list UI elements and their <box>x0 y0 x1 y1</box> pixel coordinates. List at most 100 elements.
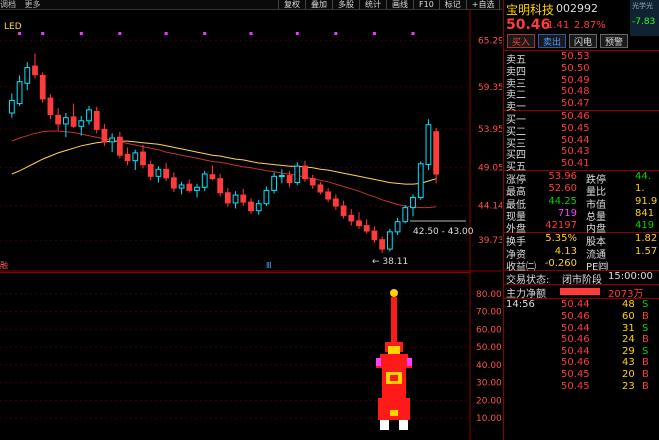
signal-dot <box>334 32 338 35</box>
indicator-tick-label: 70.00 <box>476 308 502 318</box>
tick-list[interactable]: 14:56 50.44 48 S 50.46 60 B 50.44 31 S 50.46 24 B… <box>504 299 659 392</box>
ask-row: 卖三 50.49 <box>506 74 590 90</box>
toolbar-left-label-0[interactable]: 调档 <box>0 0 16 9</box>
tick-row: 14:56 50.44 48 S <box>506 299 649 311</box>
candle <box>402 205 409 224</box>
alert-button[interactable]: 预警 <box>600 34 629 48</box>
price-change-pct: 2.87% <box>574 20 606 31</box>
trade-state-value: 闭市阶段 <box>562 275 602 287</box>
trade-state: 交易状态: 闭市阶段 15:00:00 <box>504 271 659 287</box>
main-flow-value: 2073万 <box>608 289 644 301</box>
main-flow-row[interactable]: 主力净额 2073万 <box>504 285 659 301</box>
signal-dot <box>203 32 207 35</box>
tool-back-button[interactable]: 返回 <box>499 0 502 9</box>
buy-button[interactable]: 买入 <box>507 34 536 48</box>
price-tick-label: 53.95 <box>478 125 502 135</box>
signal-dot <box>372 32 376 35</box>
signal-dot <box>118 32 122 35</box>
price-change: 1.41 <box>547 20 570 31</box>
quote-panel: 宝明科技 002992 光学光 -7.83 50.46 1.41 2.87% 买… <box>503 0 659 440</box>
stat-row: 净资 4.13 流通 1.57 <box>506 245 658 261</box>
price-tick-label: 39.73 <box>478 236 502 246</box>
ask-row: 卖一 50.47 <box>506 98 590 114</box>
ask-row: 卖五 50.53 <box>506 51 590 66</box>
tick-row: 50.46 24 B <box>561 334 649 346</box>
stock-name: 宝明科技 <box>506 3 555 17</box>
stat-row: 最低 44.25 市值 91.9 <box>506 195 658 211</box>
signal-dot <box>164 32 168 35</box>
main-flow-bar <box>560 288 600 296</box>
tick-row: 50.44 29 S <box>561 345 649 357</box>
bid-row: 买四 50.43 <box>506 146 590 162</box>
indicator-tick-label: 60.00 <box>476 325 502 335</box>
signal-dot <box>41 32 45 35</box>
tool-multi-stock-button[interactable]: 多股 <box>332 0 359 9</box>
tick-row: 50.44 31 S <box>561 322 649 334</box>
trade-state-label: 交易状态: <box>506 275 550 287</box>
trade-state-time: 15:00:00 <box>608 271 653 283</box>
stat-row: 涨停 53.96 跌停 44. <box>506 170 651 186</box>
bid-row: 买三 50.44 <box>506 134 590 150</box>
indicator-tick-label: 20.00 <box>476 396 502 406</box>
low-price-label: ← 38.11 <box>372 257 408 267</box>
tool-f10-button[interactable]: F10 <box>413 0 439 9</box>
toolbar-tools: 复权 叠加 多股 统计 画线 F10 标记 +自选 返回 <box>278 0 502 9</box>
sell-button[interactable]: 卖出 <box>538 34 567 48</box>
indicator-tick-label: 80.00 <box>476 290 502 300</box>
candle <box>417 161 424 200</box>
bid-book: 买一 50.46 买二 50.45 买三 50.44 买四 50.43 买五 50.41 <box>504 110 659 174</box>
trade-buttons: 买入 卖出 闪电 预警 <box>504 34 659 50</box>
indicator-chart[interactable]: 80.00 70.00 60.00 50.00 40.00 30.00 20.00 10.00 <box>0 272 502 440</box>
signal-dot <box>249 32 253 35</box>
bid-row: 买一 50.46 <box>506 110 590 126</box>
tool-overlay-button[interactable]: 叠加 <box>305 0 332 9</box>
main-flow-label: 主力净额 <box>506 289 546 301</box>
stock-code: 002992 <box>556 2 598 15</box>
sector-label: 光学光 <box>632 2 653 10</box>
stats-block-2: 换手 5.35% 股本 1.82 净资 4.13 流通 1.57 收益㈡ -0.260 PE㈣ <box>504 233 659 274</box>
indicator-tick-label: 10.00 <box>476 414 502 424</box>
top-toolbar: 调档 更多 复权 叠加 多股 统计 画线 F10 标记 +自选 返回 <box>0 0 502 10</box>
range-label: 42.50 - 43.00 <box>413 227 474 237</box>
ask-book: 卖五 50.53 卖四 50.50 卖三 50.49 卖二 50.48 卖一 50.47 <box>504 51 659 114</box>
stat-row: 最高 52.60 量比 1. <box>506 183 645 199</box>
indicator-tick-label: 30.00 <box>476 379 502 389</box>
bid-row: 买五 50.41 <box>506 158 590 174</box>
tool-statistics-button[interactable]: 统计 <box>359 0 386 9</box>
tool-mark-button[interactable]: 标记 <box>438 0 466 9</box>
tool-fuquan-button[interactable]: 复权 <box>278 0 305 9</box>
price-tick-label: 59.35 <box>478 83 502 93</box>
price-tick-label: 44.14 <box>478 202 502 212</box>
signal-dot <box>295 32 299 35</box>
bottom-marker-margin: 融 <box>0 260 8 270</box>
ask-row: 卖四 50.50 <box>506 62 590 78</box>
stat-row: 外盘 42197 内盘 419 <box>506 220 655 236</box>
indicator-tick-label: 50.00 <box>476 343 502 353</box>
toolbar-left-label-1[interactable]: 更多 <box>25 0 41 9</box>
price-tick-label: 65.29 <box>478 36 502 46</box>
tool-draw-line-button[interactable]: 画线 <box>386 0 413 9</box>
price-row: 50.46 1.41 2.87% <box>504 17 659 34</box>
ask-row: 卖二 50.48 <box>506 86 590 102</box>
toolbar-left-labels: 调档 更多 <box>0 0 47 9</box>
bottom-marker-event: Ⅲ <box>266 261 272 270</box>
candle <box>386 228 393 252</box>
flash-trade-button[interactable]: 闪电 <box>569 34 598 48</box>
tick-row: 50.45 23 B <box>561 380 649 392</box>
signal-dot <box>18 32 22 35</box>
candle <box>39 72 46 103</box>
tool-add-watchlist-button[interactable]: +自选 <box>465 0 500 9</box>
signal-dot <box>411 32 415 35</box>
last-price: 50.46 <box>506 17 551 33</box>
bid-row: 买二 50.45 <box>506 122 590 138</box>
price-tick-label: 49.05 <box>478 163 502 173</box>
stat-row: 现量 719 总量 841 <box>506 207 655 223</box>
stat-row: 收益㈡ -0.260 PE㈣ <box>506 258 609 274</box>
signal-dot <box>79 32 83 35</box>
ma-legend-label: LED <box>4 22 22 32</box>
tick-row: 50.46 60 B <box>561 310 649 322</box>
indicator-tick-label: 40.00 <box>476 361 502 371</box>
stat-row: 换手 5.35% 股本 1.82 <box>506 233 658 249</box>
candlestick-chart[interactable]: 65.29 59.35 53.95 49.05 44.14 39.73 LED 42.50… <box>0 10 502 272</box>
stats-block: 涨停 53.96 跌停 44. 最高 52.60 量比 1. 最低 44.25 市值 91.9 现… <box>504 170 659 236</box>
